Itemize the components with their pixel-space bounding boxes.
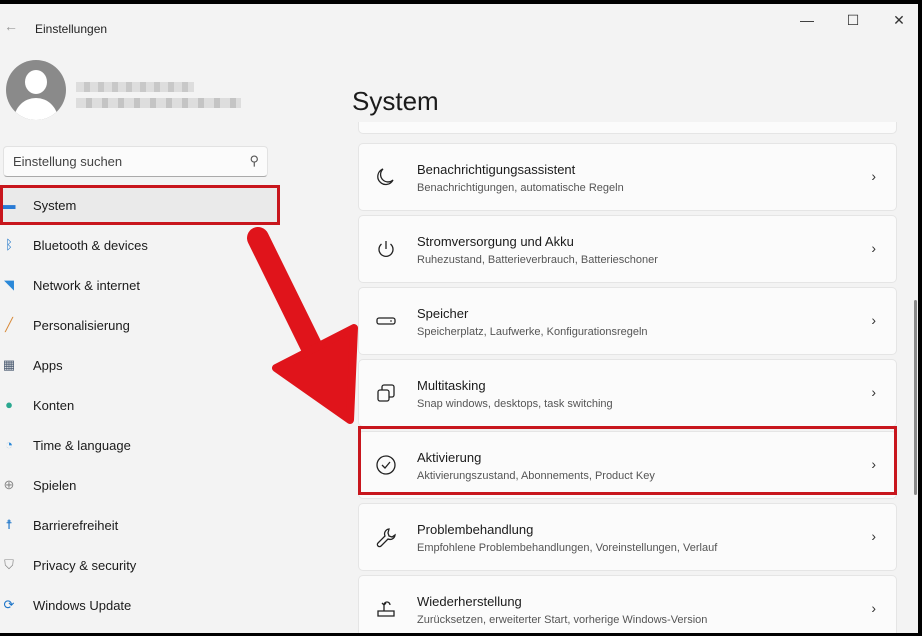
red-arrow-annotation [247,227,358,424]
arrow-shaft [247,227,329,371]
page-title: System [352,86,439,116]
